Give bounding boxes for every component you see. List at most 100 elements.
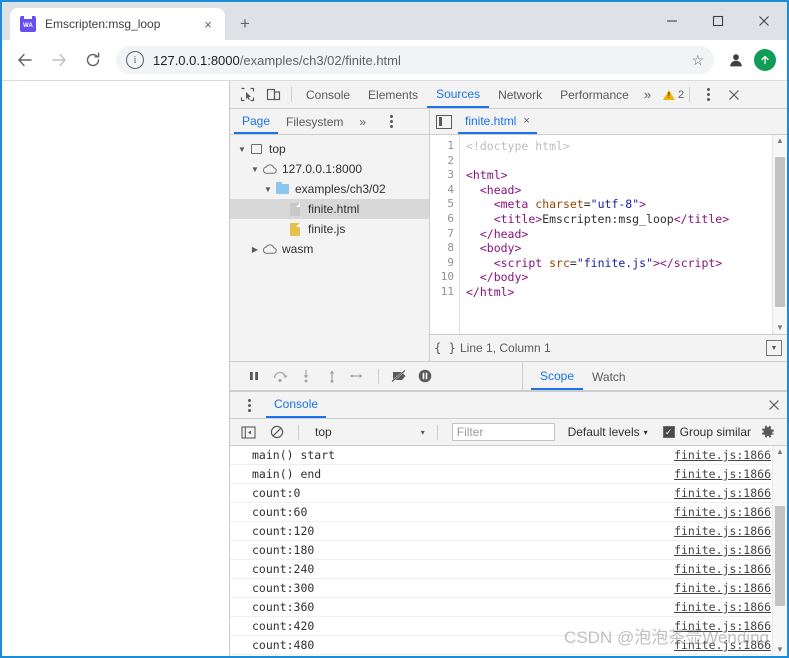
drawer-menu-icon[interactable] [236,392,262,418]
device-toolbar-icon[interactable] [260,82,286,108]
warning-badge[interactable]: 2 [663,89,684,101]
update-available-icon[interactable] [754,49,776,71]
drawer-tab-console[interactable]: Console [266,393,327,418]
console-message-row[interactable]: count:240 finite.js:1866 [230,560,787,579]
scroll-up-icon[interactable]: ▲ [776,446,784,458]
show-navigator-icon[interactable] [436,114,452,129]
devtools-tab-sources[interactable]: Sources [427,82,490,108]
browser-tab[interactable]: WA Emscripten:msg_loop × [10,8,225,40]
close-editor-tab-icon[interactable]: × [523,115,529,127]
console-message-row[interactable]: main() start finite.js:1866 [230,446,787,465]
chevron-right-icon[interactable] [249,239,261,259]
source-code[interactable]: <!doctype html> <html> <head> <meta char… [460,135,772,334]
format-code-icon[interactable]: { } [430,341,460,355]
page-viewport[interactable] [2,81,230,656]
more-tabs-icon[interactable]: » [638,82,657,108]
address-bar[interactable]: i 127.0.0.1:8000/examples/ch3/02/finite.… [116,46,714,74]
devtools-tab-elements[interactable]: Elements [359,82,427,108]
back-icon[interactable] [11,46,39,74]
tree-item-top[interactable]: top [230,139,429,159]
scroll-up-icon[interactable]: ▲ [776,135,784,147]
close-tab-icon[interactable]: × [199,15,217,33]
console-message-list[interactable]: main() start finite.js:1866 main() end fini… [230,446,787,656]
chevron-down-icon[interactable] [236,139,248,159]
tree-item-wasm[interactable]: wasm [230,239,429,259]
scroll-down-icon[interactable]: ▼ [776,644,784,656]
pause-on-exceptions-icon[interactable] [413,364,437,388]
devtools-tab-performance[interactable]: Performance [551,82,638,108]
warning-triangle-icon [663,89,676,100]
close-devtools-icon[interactable] [721,82,747,108]
console-message-source-link[interactable]: finite.js:1866 [674,638,771,652]
console-message-source-link[interactable]: finite.js:1866 [674,543,771,557]
bookmark-star-icon[interactable]: ☆ [683,52,704,69]
console-message-source-link[interactable]: finite.js:1866 [674,467,771,481]
console-message-row[interactable]: count:300 finite.js:1866 [230,579,787,598]
tree-item-finite-js[interactable]: finite.js [230,219,429,239]
tab-watch[interactable]: Watch [583,363,635,390]
step-icon[interactable] [346,364,370,388]
navigator-tab-page[interactable]: Page [234,110,279,134]
maximize-icon[interactable] [695,2,741,40]
minimize-icon[interactable] [649,2,695,40]
tab-scope[interactable]: Scope [531,363,584,390]
group-similar-toggle[interactable]: ✓ Group similar [662,425,751,439]
inspect-element-icon[interactable] [234,82,260,108]
tree-item-label: 127.0.0.1:8000 [282,162,363,176]
console-message-source-link[interactable]: finite.js:1866 [674,505,771,519]
tree-item-folder[interactable]: examples/ch3/02 [230,179,429,199]
step-over-icon[interactable] [268,364,292,388]
scrollbar-thumb[interactable] [775,157,785,307]
console-message-row[interactable]: count:360 finite.js:1866 [230,598,787,617]
console-message-row[interactable]: count:0 finite.js:1866 [230,484,787,503]
popout-icon[interactable]: ▼ [766,340,782,356]
scroll-down-icon[interactable]: ▼ [776,322,784,334]
tree-item-finite-html[interactable]: finite.html [230,199,429,219]
console-message-row[interactable]: count:60 finite.js:1866 [230,503,787,522]
forward-icon[interactable] [45,46,73,74]
chevron-down-icon[interactable] [262,179,274,199]
close-window-icon[interactable] [741,2,787,40]
navigator-more-icon[interactable]: » [351,110,374,134]
context-selector[interactable]: top ▾ [311,423,429,442]
deactivate-breakpoints-icon[interactable] [387,364,411,388]
console-message-row[interactable]: count:120 finite.js:1866 [230,522,787,541]
console-message-source-link[interactable]: finite.js:1866 [674,524,771,538]
step-out-icon[interactable] [320,364,344,388]
console-scrollbar[interactable]: ▲ ▼ [772,446,787,656]
close-drawer-icon[interactable] [761,392,787,418]
console-message-row[interactable]: count:480 finite.js:1866 [230,636,787,655]
chevron-down-icon[interactable] [249,159,261,179]
devtools-menu-icon[interactable] [695,82,721,108]
devtools-tab-network[interactable]: Network [489,82,551,108]
scrollbar-thumb[interactable] [775,506,785,606]
profile-avatar-icon[interactable] [722,46,750,74]
console-message-source-link[interactable]: finite.js:1866 [674,600,771,614]
clear-console-icon[interactable] [264,419,290,445]
devtools-tab-console[interactable]: Console [297,82,359,108]
console-message-source-link[interactable]: finite.js:1866 [674,562,771,576]
new-tab-button[interactable]: + [231,10,259,38]
reload-icon[interactable] [79,46,107,74]
console-message-row[interactable]: count:180 finite.js:1866 [230,541,787,560]
console-message-row[interactable]: count:420 finite.js:1866 [230,617,787,636]
group-similar-checkbox[interactable]: ✓ [662,426,675,438]
console-message-source-link[interactable]: finite.js:1866 [674,448,771,462]
tree-item-origin[interactable]: 127.0.0.1:8000 [230,159,429,179]
console-settings-gear-icon[interactable] [754,419,780,445]
step-into-icon[interactable] [294,364,318,388]
console-message-source-link[interactable]: finite.js:1866 [674,486,771,500]
navigator-tab-filesystem[interactable]: Filesystem [278,110,351,134]
editor-scrollbar[interactable]: ▲ ▼ [772,135,787,334]
console-sidebar-toggle-icon[interactable] [235,419,261,445]
site-info-icon[interactable]: i [126,51,144,69]
console-filter-input[interactable]: Filter [451,423,555,441]
editor-tab-finite-html[interactable]: finite.html × [458,110,537,134]
window-controls [649,2,787,40]
pause-script-icon[interactable] [242,364,266,388]
console-message-source-link[interactable]: finite.js:1866 [674,581,771,595]
console-message-source-link[interactable]: finite.js:1866 [674,619,771,633]
log-level-selector[interactable]: Default levels ▾ [568,425,648,439]
console-message-row[interactable]: main() end finite.js:1866 [230,465,787,484]
navigator-menu-icon[interactable] [378,109,404,135]
